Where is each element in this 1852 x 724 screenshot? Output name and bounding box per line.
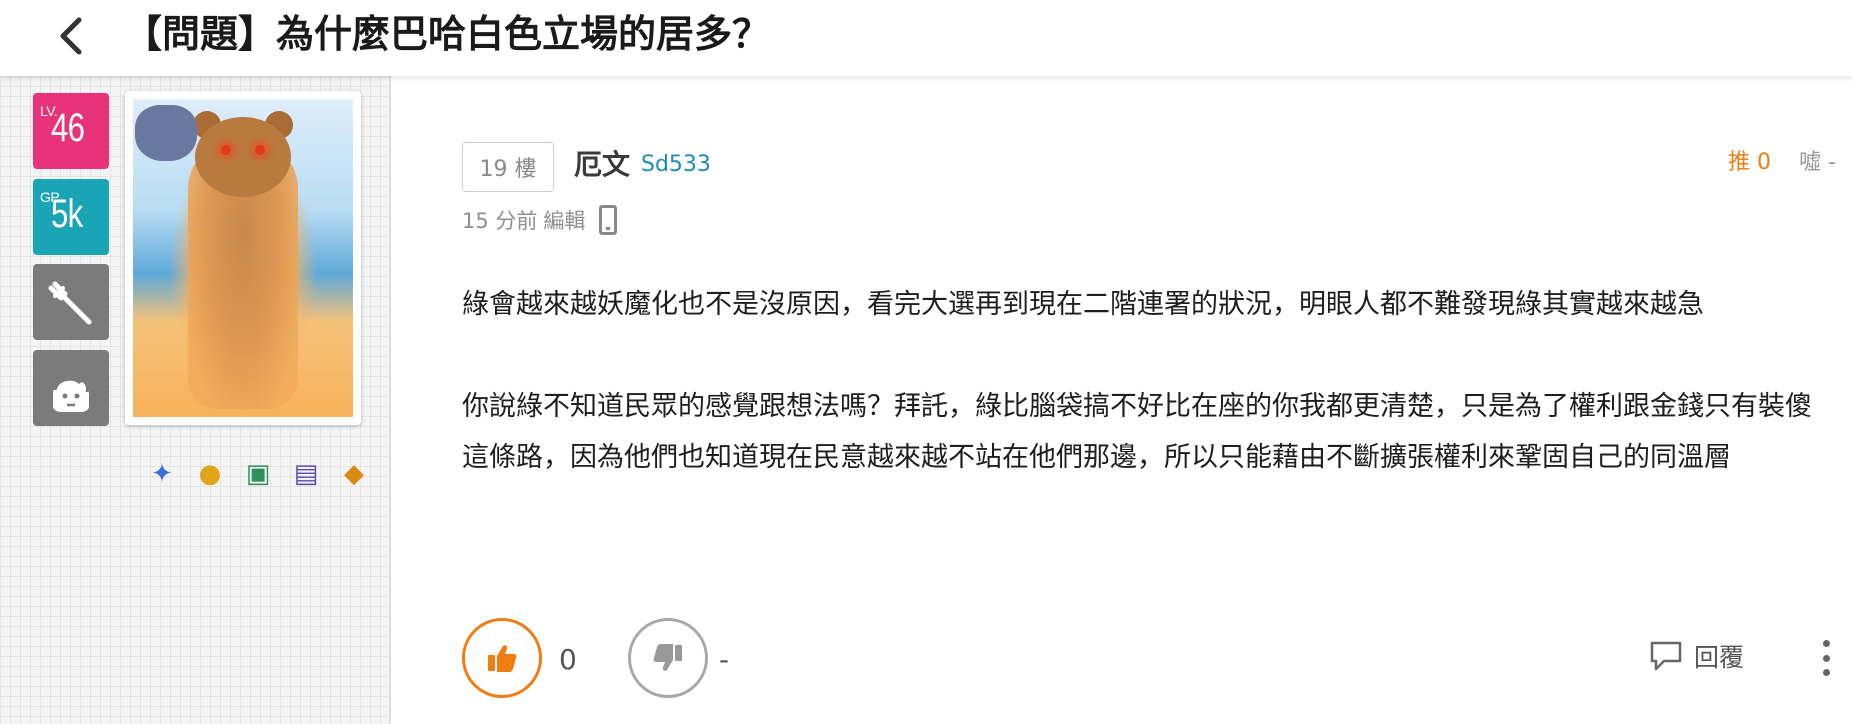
wrench-icon <box>48 281 92 325</box>
chest-icon[interactable]: ▤ <box>284 454 328 494</box>
reply-label: 回覆 <box>1694 643 1745 672</box>
mobile-icon <box>599 205 618 235</box>
avatar-card[interactable] <box>125 91 361 425</box>
like-button[interactable] <box>462 618 542 698</box>
post-paragraph: 綠會越來越妖魔化也不是沒原因，看完大選再到現在二階連署的狀況，明眼人都不難發現綠… <box>462 289 1704 320</box>
post-content: 19 樓 厄文 Sd533 推 0 噓 - 15 分前 編輯 綠會越來越妖魔化也… <box>390 76 1852 724</box>
more-dot <box>1822 654 1830 662</box>
thumbs-up-icon <box>488 645 517 672</box>
face-icon <box>53 377 89 412</box>
chevron-left-icon <box>60 17 82 55</box>
dislike-count: - <box>719 643 730 676</box>
like-count: 0 <box>559 643 577 676</box>
more-options-button[interactable] <box>1811 636 1841 680</box>
push-count[interactable]: 推 0 <box>1728 144 1771 176</box>
medal-row: ✦ ● ▣ ▤ ◆ <box>140 454 376 494</box>
gp-badge[interactable]: GP 5k <box>33 179 109 255</box>
post-body: 綠會越來越妖魔化也不是沒原因，看完大選再到現在二階連署的狀況，明眼人都不難發現綠… <box>462 279 1837 483</box>
boo-count[interactable]: 噓 - <box>1799 144 1836 176</box>
coin-icon[interactable]: ● <box>188 454 232 494</box>
user-sidebar: LV. 46 GP 5k ✦ ● ▣ ▤ ◆ <box>0 76 390 724</box>
profile-button[interactable] <box>33 350 109 426</box>
more-dot <box>1822 669 1830 676</box>
tool-button[interactable] <box>33 264 109 340</box>
post-paragraph: 你說綠不知道民眾的感覺跟想法嗎？拜託，綠比腦袋搞不好比在座的你我都更清楚，只是為… <box>462 391 1812 473</box>
comment-icon <box>1650 641 1682 671</box>
post-meta: 15 分前 編輯 <box>462 205 618 235</box>
reply-button[interactable]: 回覆 <box>1648 638 1744 674</box>
author-id[interactable]: Sd533 <box>641 152 711 177</box>
page-title: 【問題】為什麼巴哈白色立場的居多？ <box>124 12 771 56</box>
author-name[interactable]: 厄文 <box>574 143 630 183</box>
level-badge[interactable]: LV. 46 <box>33 93 109 169</box>
medal-icon[interactable]: ✦ <box>140 454 184 494</box>
money-bag-icon[interactable]: ◆ <box>332 454 376 494</box>
header-bar: 【問題】為什麼巴哈白色立場的居多？ <box>0 0 1852 76</box>
dislike-button[interactable] <box>628 618 708 698</box>
more-dot <box>1822 640 1830 647</box>
back-button[interactable] <box>50 14 94 58</box>
avatar-image <box>133 99 353 417</box>
calendar-365-icon[interactable]: ▣ <box>236 454 280 494</box>
thumbs-down-icon <box>653 644 682 671</box>
post-time: 15 分前 <box>462 209 538 233</box>
level-value: 46 <box>51 106 85 150</box>
floor-number[interactable]: 19 樓 <box>462 142 554 192</box>
edit-link[interactable]: 編輯 <box>543 205 585 235</box>
gp-value: 5k <box>51 192 83 236</box>
